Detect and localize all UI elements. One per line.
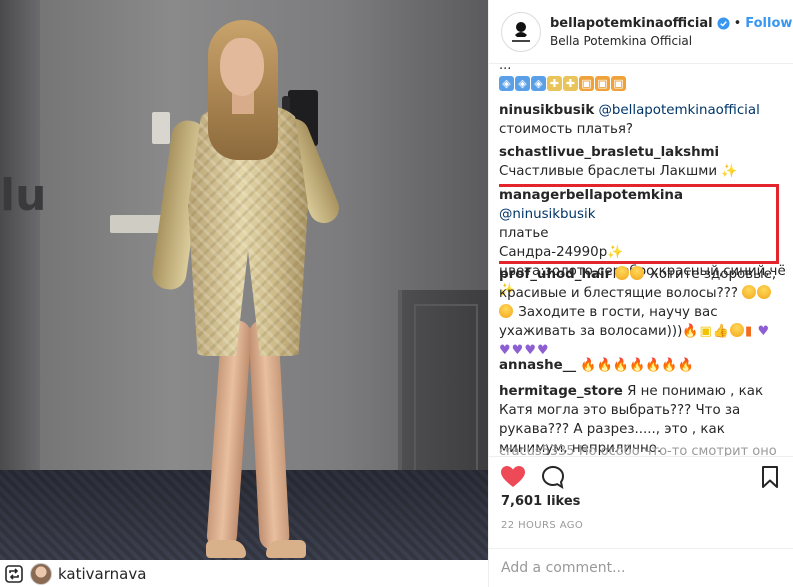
purple-heart-emoji-icon: ♥ [499,343,511,358]
face [220,38,264,96]
comment-item: schastlivue_brasletu_lakshmi Счастливые … [499,143,779,181]
separator-dot: • [733,15,742,31]
comment-item: ninusikbusik @bellapotemkinaofficial сто… [499,101,779,139]
diamond-emoji-icon: ◈ [515,76,530,91]
comment-text: стоимость платья? [499,122,634,137]
comment-fragment-top: ... [499,64,512,72]
heart-icon [501,465,525,487]
comment-list[interactable]: ... ◈ ◈ ◈ ✚ ✚ ▣ ▣ ▣ ninusikbusik @bellap… [499,64,787,456]
light-switch [152,112,170,144]
shoe-left [206,540,246,558]
comment-username[interactable]: hermitage_store [499,384,623,399]
emoji-icon: ▣ [699,324,712,339]
profile-avatar[interactable] [501,11,541,52]
comment-mention[interactable]: @bellapotemkinaofficial [599,103,760,118]
comment-item: prof_uhod_hair Хотите здоровые, красивые… [499,265,779,360]
wall-panel [0,0,40,520]
comment-username[interactable]: prof_uhod_hair [499,267,611,282]
heart-eyes-emoji-icon [730,323,745,337]
heart-eyes-emoji-icon [742,285,757,299]
heart-eyes-emoji-icon [499,304,513,318]
comment-button[interactable] [539,463,567,491]
thumbs-up-emoji-icon: 👍 [712,324,730,339]
comment-item: annashe__ 🔥🔥🔥🔥🔥🔥🔥 [499,356,779,375]
gift-emoji-icon: ▣ [611,76,626,91]
shoe-right [266,540,306,558]
comment-username[interactable]: schastlivue_brasletu_lakshmi [499,145,719,160]
repost-credit: kativarnava [0,560,488,587]
verified-badge-icon [717,16,730,30]
repost-avatar[interactable] [30,562,52,585]
add-comment-bar [489,548,793,587]
diamond-emoji-icon: ◈ [499,76,514,91]
post-author-username[interactable]: bellapotemkinaofficial [550,16,713,31]
fire-emoji-row: 🔥🔥🔥🔥🔥🔥🔥 [580,358,694,373]
cross-emoji-icon: ✚ [563,76,578,91]
comment-username[interactable]: ninusikbusik [499,103,594,118]
sparkle-emoji-icon: ✨ [721,164,738,179]
purple-heart-emoji-icon: ♥ [757,324,770,339]
like-button[interactable] [499,463,527,491]
gift-emoji-icon: ▣ [595,76,610,91]
emoji-icon: ▮ [745,324,753,339]
grin-emoji-icon [615,266,630,280]
comment-username[interactable]: annashe__ [499,358,576,373]
purple-heart-emoji-icon: ♥ [511,343,524,358]
diamond-emoji-icon: ◈ [531,76,546,91]
avatar-logo-icon [512,21,530,42]
follow-button[interactable]: Follow [745,16,792,31]
repost-username[interactable]: kativarnava [58,565,146,583]
likes-count[interactable]: 7,601 likes [501,494,580,509]
gift-emoji-icon: ▣ [579,76,594,91]
purple-heart-emoji-icon: ♥ [536,343,549,358]
comment-fragment-bottom: cracus5335 Но особо что-то смотрит оно н… [499,444,777,456]
purple-heart-emoji-icon: ♥ [524,343,536,358]
save-button[interactable] [756,463,784,491]
comment-icon [541,465,565,489]
post-actions [489,456,793,496]
post-sidebar: bellapotemkinaofficial • Follow Bella Po… [488,0,793,587]
heart-eyes-emoji-icon [757,285,772,299]
red-highlight-box [499,184,779,264]
post-author-fullname: Bella Potemkina Official [550,33,693,48]
post-photo[interactable]: lu kativarnava [0,0,488,587]
repost-icon [4,564,24,584]
header-row: bellapotemkinaofficial • Follow [550,16,792,31]
grin-emoji-icon [630,266,645,280]
comment-text: Счастливые браслеты Лакшми [499,164,718,179]
emoji-row: ◈ ◈ ◈ ✚ ✚ ▣ ▣ ▣ [499,76,626,91]
post-timestamp[interactable]: 22 HOURS AGO [501,520,583,531]
post-header: bellapotemkinaofficial • Follow Bella Po… [489,0,793,64]
fire-emoji-icon: 🔥 [682,324,699,339]
comment-input[interactable] [501,560,751,576]
model-figure [150,20,344,580]
wall-sign: lu [0,170,47,221]
bookmark-icon [762,466,778,488]
cross-emoji-icon: ✚ [547,76,562,91]
header-text: bellapotemkinaofficial • Follow Bella Po… [550,16,792,48]
